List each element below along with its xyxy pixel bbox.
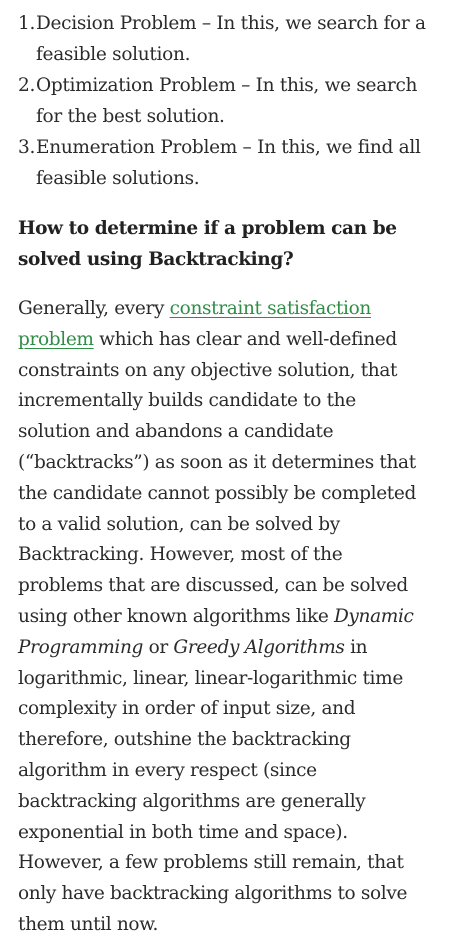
paragraph-text: in logarithmic, linear, linear-logarithm… (18, 636, 408, 935)
list-item: 3. Enumeration Problem – In this, we fin… (18, 132, 432, 194)
list-item-text: Optimization Problem – In this, we searc… (36, 75, 418, 127)
list-item-number: 2. (18, 75, 36, 96)
paragraph-text: which has clear and well-defined constra… (18, 328, 416, 627)
list-item-text: Enumeration Problem – In this, we find a… (36, 137, 421, 189)
article-content: 1. Decision Problem – In this, we search… (0, 8, 450, 941)
list-item-number: 1. (18, 13, 36, 34)
section-heading: How to determine if a problem can be sol… (18, 218, 397, 270)
problem-types-list: 1. Decision Problem – In this, we search… (18, 8, 432, 194)
emphasis-greedy-algorithms: Greedy Algorithms (173, 636, 345, 658)
list-item: 2. Optimization Problem – In this, we se… (18, 70, 432, 132)
paragraph-text: or (143, 636, 174, 658)
list-item-text: Decision Problem – In this, we search fo… (36, 13, 426, 65)
paragraph-intro: Generally, every (18, 298, 170, 319)
body-paragraph: Generally, every constraint satisfaction… (18, 294, 432, 941)
list-item-number: 3. (18, 137, 36, 158)
list-item: 1. Decision Problem – In this, we search… (18, 8, 432, 70)
